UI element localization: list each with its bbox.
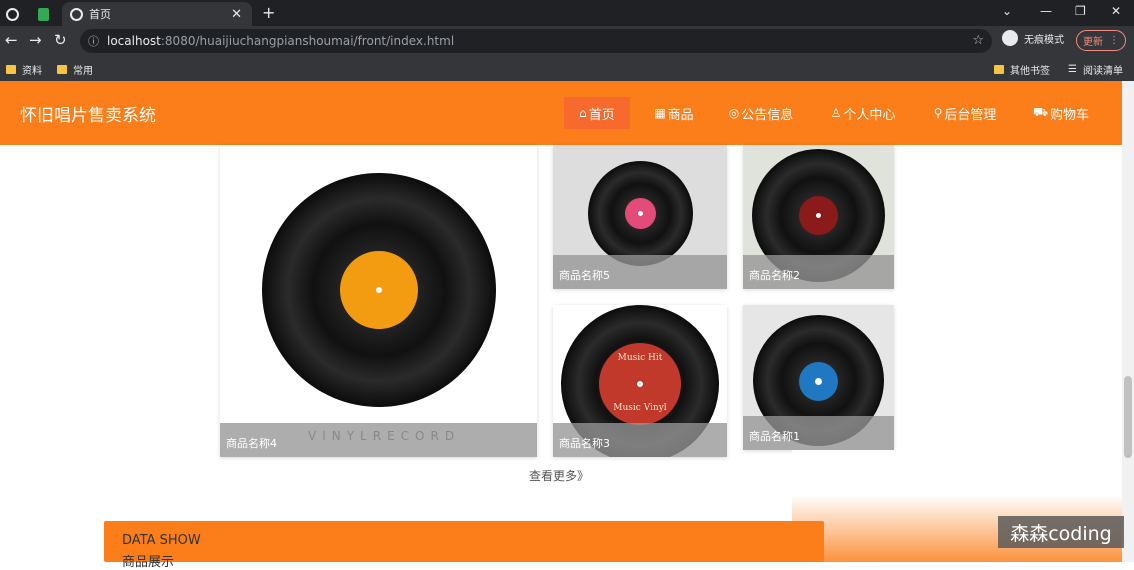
folder-icon [57, 65, 67, 74]
record-hole [816, 213, 821, 218]
bookmark-other[interactable]: 其他书签 [994, 62, 1050, 77]
product-card-1[interactable]: 商品名称1 [743, 305, 894, 450]
nav-goods[interactable]: ▦ 商品 [644, 97, 704, 129]
bookmarks-bar: 资料 常用 其他书签 ☰ 阅读清单 [0, 56, 1134, 81]
product-name: 商品名称5 [559, 269, 610, 282]
nav-admin[interactable]: ⚲ 后台管理 [924, 97, 1006, 129]
sheets-icon [38, 7, 49, 21]
nav-label: 个人中心 [843, 107, 896, 123]
view-more-link[interactable]: 查看更多》 [529, 467, 589, 484]
record-label-bottom: Music Vinyl [613, 403, 667, 413]
incognito-label: 无痕模式 [1024, 34, 1064, 46]
goods-icon: ▦ [654, 106, 666, 120]
product-card-4[interactable]: 商品名称4 VINYLRECORD [220, 145, 537, 457]
tab-bar: 首页 ✕ + ⌄ — ❐ ✕ [0, 0, 1134, 26]
close-window-icon[interactable]: ✕ [1111, 4, 1121, 18]
section-title-en: DATA SHOW [122, 533, 201, 548]
toolbar: ← → ↻ ⓘ localhost:8080/huaijiuchangpians… [0, 26, 1134, 56]
globe-icon [70, 7, 83, 21]
forward-icon[interactable]: → [29, 31, 42, 49]
folder-icon [994, 65, 1004, 74]
notice-icon: ◎ [728, 106, 740, 120]
nav-home[interactable]: ⌂ 首页 [564, 97, 630, 129]
product-name: 商品名称1 [749, 430, 800, 443]
bookmark-label: 阅读清单 [1082, 66, 1123, 77]
product-name: 商品名称3 [559, 437, 610, 450]
new-tab-icon[interactable]: + [262, 3, 275, 22]
nav-profile[interactable]: ♙ 个人中心 [822, 97, 904, 129]
user-icon: ♙ [830, 106, 842, 120]
page-scrollbar[interactable] [1122, 81, 1134, 562]
nav-label: 后台管理 [944, 107, 997, 123]
reload-icon[interactable]: ↻ [54, 31, 67, 49]
product-name: 商品名称2 [749, 269, 800, 282]
bookmark-label: 常用 [73, 66, 93, 77]
reading-list[interactable]: ☰ 阅读清单 [1068, 62, 1123, 77]
product-caption: 商品名称2 [743, 255, 894, 289]
back-icon[interactable]: ← [5, 31, 18, 49]
product-name: 商品名称4 [226, 437, 277, 450]
more-icon: ⋮ [1109, 35, 1119, 46]
address-bar[interactable]: ⓘ localhost:8080/huaijiuchangpianshoumai… [80, 29, 992, 53]
scroll-thumb[interactable] [1124, 376, 1132, 458]
folder-icon [6, 65, 16, 74]
data-show-section: DATA SHOW 商品展示 [104, 521, 824, 570]
watermark: 森森coding [998, 516, 1124, 548]
section-title-cn: 商品展示 [122, 555, 175, 570]
admin-icon: ⚲ [933, 106, 943, 120]
site-title[interactable]: 怀旧唱片售卖系统 [20, 101, 156, 126]
product-caption: 商品名称3 [553, 423, 727, 457]
nav-notice[interactable]: ◎ 公告信息 [720, 97, 802, 129]
record-hole [638, 211, 643, 216]
minimize-icon[interactable]: — [1040, 4, 1052, 18]
bookmark-label: 其他书签 [1010, 66, 1050, 77]
pinned-tab-chrome[interactable] [6, 2, 25, 26]
bookmark-label: 资料 [22, 66, 42, 77]
home-icon: ⌂ [579, 106, 587, 120]
product-card-2[interactable]: 商品名称2 [743, 145, 894, 289]
site-header: 怀旧唱片售卖系统 ⌂ 首页 ▦ 商品 ◎ 公告信息 ♙ 个人中心 ⚲ 后台管理 ⛟ 购物车 [0, 81, 1122, 145]
product-card-5[interactable]: 商品名称5 [553, 145, 727, 289]
cart-icon: ⛟ [1032, 105, 1049, 119]
chevron-down-icon[interactable]: ⌄ [1002, 4, 1012, 18]
pinned-tab-sheets[interactable] [38, 2, 49, 26]
browser-chrome: 首页 ✕ + ⌄ — ❐ ✕ ← → ↻ ⓘ localhost:8080/hu… [0, 0, 1134, 81]
nav-label: 商品 [667, 107, 694, 123]
bookmark-folder-2[interactable]: 常用 [57, 62, 93, 77]
bookmark-folder-1[interactable]: 资料 [6, 62, 42, 77]
product-caption: 商品名称5 [553, 255, 727, 289]
close-icon[interactable]: ✕ [231, 7, 242, 22]
reading-list-icon: ☰ [1068, 64, 1077, 75]
update-button[interactable]: 更新 ⋮ [1076, 30, 1126, 51]
globe-icon [6, 7, 19, 21]
record-label-top: Music Hit [617, 353, 663, 363]
nav-label: 首页 [588, 107, 615, 123]
bookmark-star-icon[interactable]: ☆ [972, 33, 984, 48]
url-path: :8080/huaijiuchangpianshoumai/front/inde… [160, 34, 455, 48]
record-hole [637, 381, 643, 387]
tab-home[interactable]: 首页 ✕ [62, 2, 252, 26]
nav-label: 购物车 [1050, 107, 1090, 123]
vinyl-record-text: VINYLRECORD [308, 429, 461, 443]
update-label: 更新 [1083, 37, 1103, 48]
incognito-indicator[interactable]: 无痕模式 [1002, 30, 1064, 46]
restore-icon[interactable]: ❐ [1075, 4, 1086, 18]
record-hole [376, 287, 382, 293]
product-card-3[interactable]: Music Hit Music Vinyl 商品名称3 [553, 305, 727, 457]
product-caption: 商品名称1 [743, 416, 894, 450]
nav-cart[interactable]: ⛟ 购物车 [1026, 97, 1096, 129]
url-host: localhost [107, 34, 161, 48]
tab-title: 首页 [89, 8, 111, 21]
record-hole [815, 378, 822, 385]
nav-label: 公告信息 [741, 107, 794, 123]
info-icon[interactable]: ⓘ [88, 33, 99, 49]
incognito-icon [1002, 30, 1018, 46]
